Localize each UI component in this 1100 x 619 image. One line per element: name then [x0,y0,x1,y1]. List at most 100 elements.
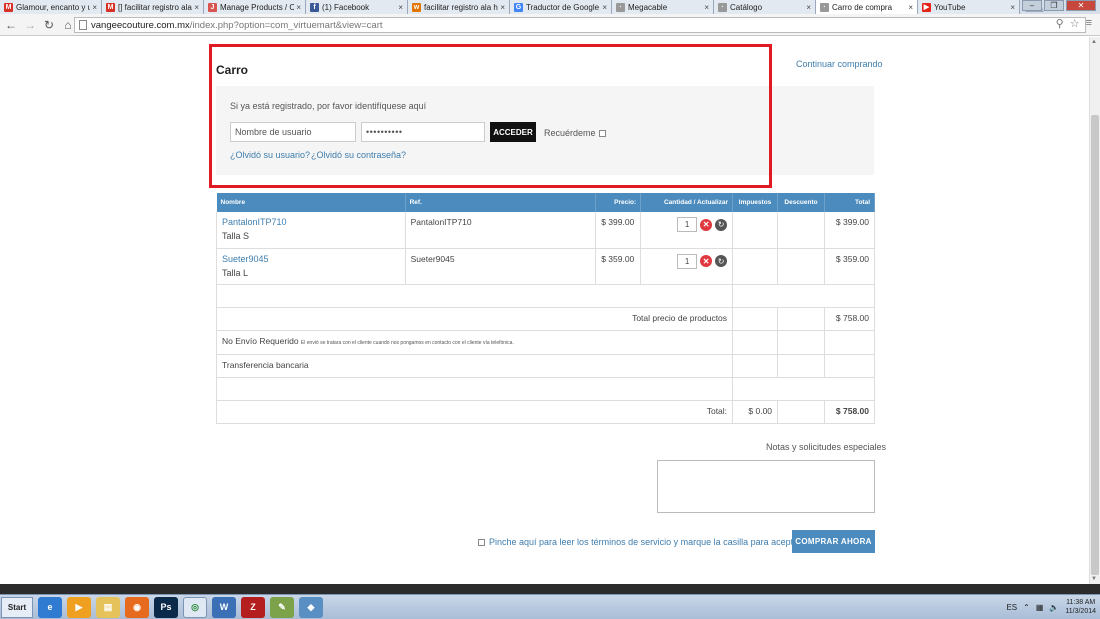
product-price: $ 399.00 [595,212,642,249]
close-tab-icon[interactable]: × [806,3,811,12]
joomla-icon: J [208,2,217,12]
loading-icon: · [616,2,625,12]
browser-tab[interactable]: M[] facilitar registro ala h × [102,0,204,14]
translate-icon: G [514,2,523,12]
restore-button[interactable]: ❐ [1044,0,1064,11]
page-content: Carro Continuar comprando Si ya está reg… [0,37,1089,584]
close-tab-icon[interactable]: × [602,3,607,12]
facebook-icon: f [310,2,319,12]
start-button[interactable]: Start [1,596,33,618]
delete-icon[interactable]: ✕ [700,218,713,231]
shipping-label: No Envío Requerido [222,335,299,346]
tab-label: Manage Products / Ca [220,2,295,12]
buy-now-button[interactable]: COMPRAR AHORA [792,530,875,553]
page-scrollbar[interactable]: ▲ ▼ [1089,37,1100,584]
media-player-icon[interactable]: ▶ [67,596,91,618]
filezilla-icon[interactable]: Z [241,596,265,618]
product-total: $ 359.00 [824,248,875,285]
close-tab-icon[interactable]: × [1010,3,1015,12]
forward-icon[interactable]: → [22,17,38,33]
cart-header-row: Nombre Ref. Precio: Cantidad / Actualiza… [216,193,875,212]
app-icon[interactable]: ◆ [299,596,323,618]
scroll-up-icon[interactable]: ▲ [1091,39,1097,45]
notepad-icon[interactable]: ✎ [270,596,294,618]
network-icon[interactable]: ▦ [1036,603,1044,612]
browser-tab[interactable]: G Traductor de Google × [510,0,612,14]
grand-total-label: Total: [215,400,734,424]
close-tab-icon[interactable]: × [92,3,97,12]
continue-shopping-link[interactable]: Continuar comprando [796,59,883,69]
internet-explorer-icon[interactable]: e [38,596,62,618]
bookmark-star-icon[interactable]: ☆ [1070,17,1080,30]
col-discount: Descuento [777,193,825,212]
menu-icon[interactable]: ≡ [1086,17,1092,30]
tab-label: Carro de compra [832,2,893,12]
browser-tab[interactable]: ▶ YouTube × [918,0,1020,14]
payment-method: Transferencia bancaria [215,354,734,378]
delete-icon[interactable]: ✕ [700,255,713,267]
close-tab-icon[interactable]: × [500,3,505,12]
language-indicator[interactable]: ES [1006,603,1017,612]
tos-checkbox[interactable] [478,538,485,546]
browser-tab[interactable]: · Catálogo × [714,0,816,14]
page-icon [79,20,87,30]
tab-label: facilitar registro ala hac [424,2,499,12]
firefox-icon[interactable]: ◉ [125,596,149,618]
page-footer [0,584,1100,594]
col-tax: Impuestos [732,193,779,212]
back-icon[interactable]: ← [3,17,19,33]
reload-icon[interactable]: ↻ [41,17,57,33]
address-bar[interactable]: vangeecouture.com.mx/index.php?option=co… [74,17,1086,33]
close-tab-icon[interactable]: × [296,3,301,12]
close-window-button[interactable]: ✕ [1066,0,1096,11]
extension-icon[interactable]: ⚲ [1056,17,1064,30]
tos-link[interactable]: Pinche aquí para leer los términos de se… [489,537,815,547]
window-controls: – ❐ ✕ [1022,0,1096,11]
browser-tab[interactable]: · Carro de compra × [816,0,918,14]
minimize-button[interactable]: – [1022,0,1042,11]
update-icon[interactable]: ↻ [715,218,728,231]
loading-icon: · [820,2,829,12]
products-total-label: Total precio de productos [215,307,734,331]
tab-label: YouTube [934,2,966,12]
clock[interactable]: 11:38 AM 11/3/2014 [1065,598,1096,616]
tab-label: Glamour, encanto y un [16,2,91,12]
volume-icon[interactable]: 🔈 [1049,603,1059,612]
browser-tab[interactable]: M Glamour, encanto y un × [0,0,102,14]
system-tray: ES ⌃ ▦ 🔈 11:38 AM 11/3/2014 [1006,598,1096,616]
product-price: $ 359.00 [595,248,642,285]
update-icon[interactable]: ↻ [715,255,728,267]
folder-icon[interactable]: ▤ [96,596,120,618]
tray-arrow-icon[interactable]: ⌃ [1023,603,1030,612]
browser-tab[interactable]: w facilitar registro ala hac × [408,0,510,14]
gmail-icon: M [4,2,13,12]
product-link[interactable]: PantalonITP710 [222,217,400,227]
scrollbar-thumb[interactable] [1091,115,1099,575]
word-icon[interactable]: W [212,596,236,618]
grand-total-value: $ 758.00 [824,400,875,424]
browser-tab[interactable]: J Manage Products / Ca × [204,0,306,14]
chrome-icon[interactable]: ◎ [183,596,207,618]
notes-textarea[interactable] [657,460,875,513]
quantity-input[interactable]: 1 [677,253,698,269]
product-link[interactable]: Sueter9045 [222,254,400,264]
col-ref: Ref. [405,193,597,212]
os-taskbar: Start e ▶ ▤ ◉ Ps ◎ W Z ✎ ◆ ES ⌃ ▦ 🔈 11:3… [0,594,1100,619]
browser-tab[interactable]: f (1) Facebook × [306,0,408,14]
notes-label: Notas y solicitudes especiales [766,442,887,452]
cart-table: Nombre Ref. Precio: Cantidad / Actualiza… [215,193,875,424]
browser-tab[interactable]: · Megacable × [612,0,714,14]
close-tab-icon[interactable]: × [398,3,403,12]
quantity-input[interactable]: 1 [677,217,698,232]
photoshop-icon[interactable]: Ps [154,596,178,618]
close-tab-icon[interactable]: × [194,3,199,12]
clock-time: 11:38 AM [1066,599,1096,606]
scroll-down-icon[interactable]: ▼ [1091,576,1097,582]
close-tab-icon[interactable]: × [704,3,709,12]
page-icon: w [412,2,421,12]
grand-total-tax: $ 0.00 [732,400,779,424]
highlight-frame [209,44,772,188]
close-tab-icon[interactable]: × [908,3,913,12]
address-bar-actions: ⚲ ☆ ≡ [1056,17,1092,30]
clock-date: 11/3/2014 [1065,608,1096,615]
